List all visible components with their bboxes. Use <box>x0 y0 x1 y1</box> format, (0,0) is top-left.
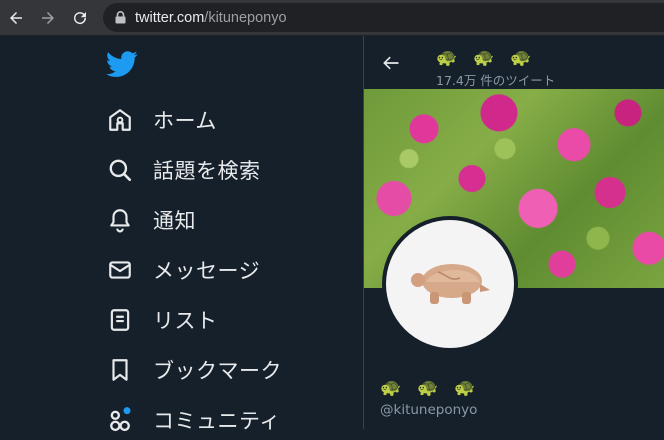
profile-column: 🐢🐢🐢 17.4万 件のツイート 🐢🐢🐢 @kituneponyo <box>364 36 664 429</box>
sidebar: ホーム 話題を検索 通知 メッセージ リスト ブックマーク コミュニティ <box>0 36 363 433</box>
search-icon <box>104 154 136 186</box>
communities-icon <box>104 404 136 436</box>
sidebar-item-notifications[interactable]: 通知 <box>104 200 196 240</box>
turtle-figurine-image <box>411 264 490 304</box>
list-icon <box>104 304 136 336</box>
sidebar-item-label: ブックマーク <box>153 359 282 383</box>
sidebar-item-bookmarks[interactable]: ブックマーク <box>104 350 282 390</box>
sidebar-item-label: ホーム <box>153 109 217 133</box>
left-arrow-icon <box>383 56 399 70</box>
tweet-count: 17.4万 件のツイート <box>436 73 556 88</box>
sidebar-item-label: リスト <box>153 309 218 333</box>
back-arrow-icon[interactable] <box>4 6 28 30</box>
bell-icon <box>104 204 136 236</box>
sidebar-item-communities[interactable]: コミュニティ <box>104 400 281 440</box>
back-button[interactable] <box>378 50 404 76</box>
profile-display-name: 🐢🐢🐢 <box>436 48 548 68</box>
sidebar-item-explore[interactable]: 話題を検索 <box>104 150 261 190</box>
profile-handle: @kituneponyo <box>380 402 478 418</box>
url-host: twitter.com <box>135 9 205 26</box>
url-text: twitter.com/kituneponyo <box>135 10 287 26</box>
url-path: /kituneponyo <box>204 9 287 26</box>
mail-icon <box>104 254 136 286</box>
sidebar-item-label: 話題を検索 <box>153 159 261 183</box>
sidebar-item-label: 通知 <box>153 209 196 233</box>
sidebar-item-label: メッセージ <box>153 259 261 283</box>
profile-display-name-secondary: 🐢🐢🐢 <box>380 378 492 398</box>
reload-icon[interactable] <box>68 6 92 30</box>
address-bar[interactable]: twitter.com/kituneponyo <box>103 3 664 32</box>
avatar[interactable] <box>382 216 518 352</box>
forward-arrow-icon[interactable] <box>36 6 60 30</box>
sidebar-item-home[interactable]: ホーム <box>104 100 217 140</box>
lock-icon <box>115 11 126 24</box>
bookmark-icon <box>104 354 136 386</box>
browser-toolbar: twitter.com/kituneponyo <box>0 0 664 36</box>
sidebar-item-lists[interactable]: リスト <box>104 300 218 340</box>
home-icon <box>104 104 136 136</box>
twitter-logo-icon[interactable] <box>104 48 140 80</box>
sidebar-item-label: コミュニティ <box>153 409 281 433</box>
sidebar-item-messages[interactable]: メッセージ <box>104 250 260 290</box>
